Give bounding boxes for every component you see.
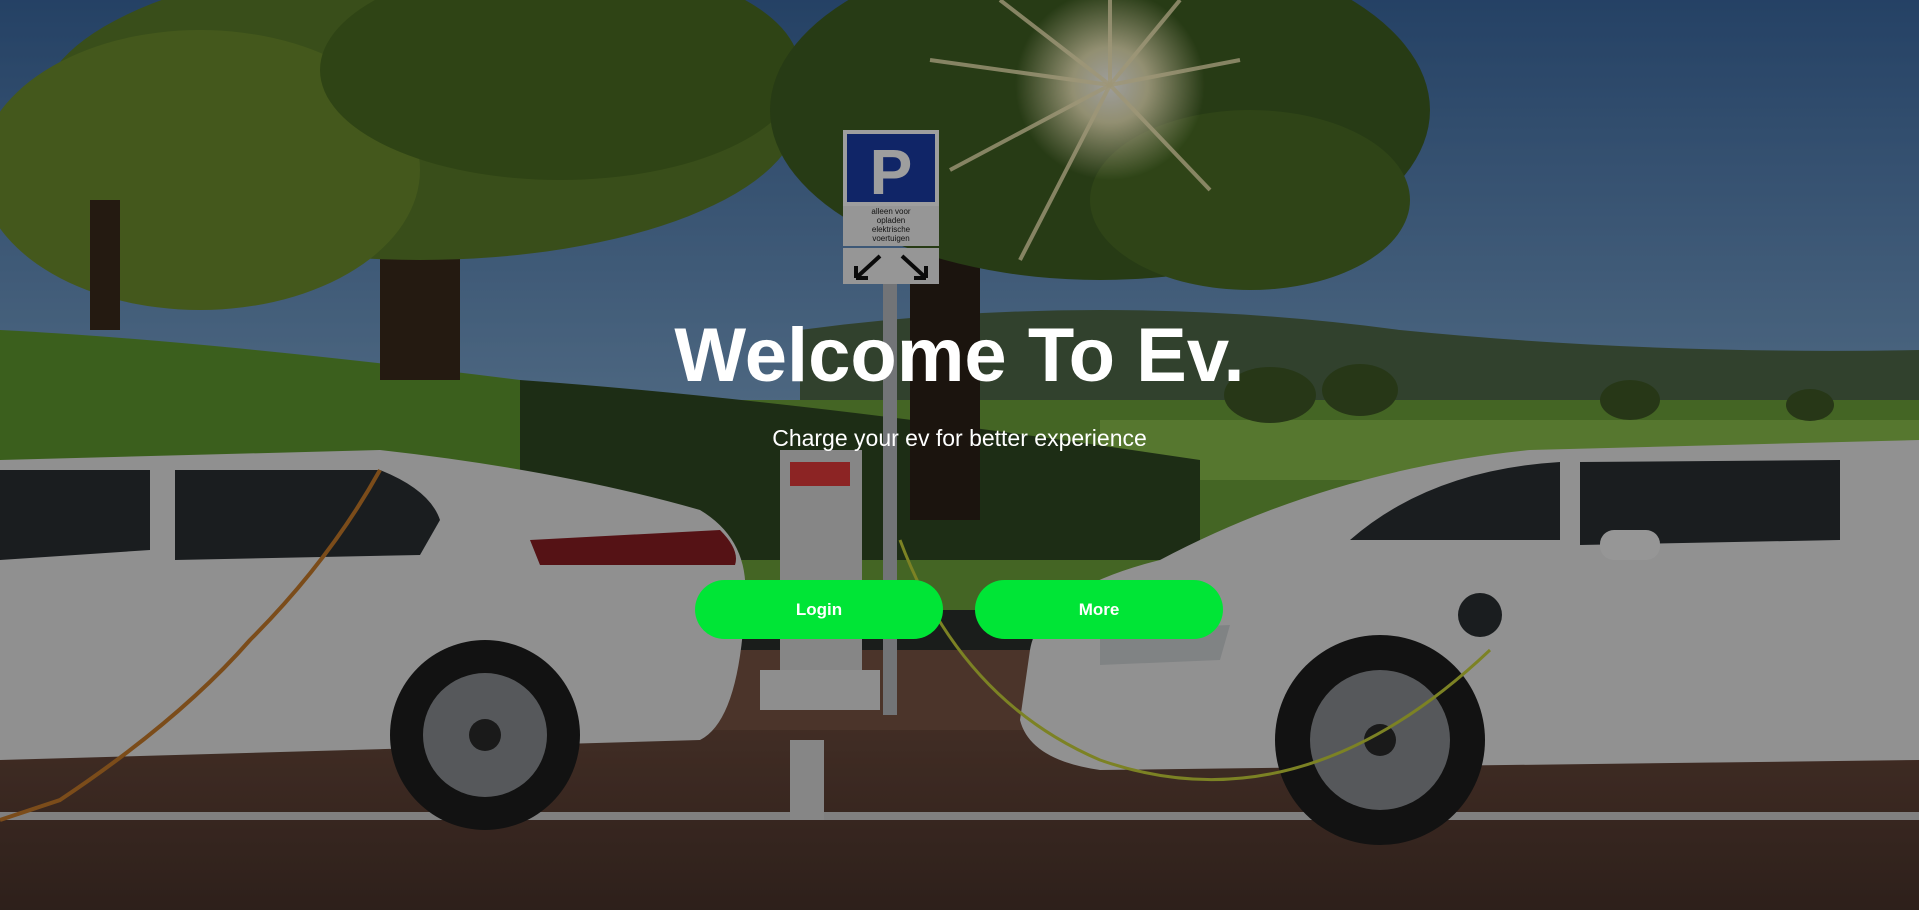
hero-section: P alleen voor opladen elektrische voertu…	[0, 0, 1919, 910]
login-button[interactable]: Login	[695, 580, 943, 639]
page-subtitle: Charge your ev for better experience	[772, 425, 1147, 451]
more-button[interactable]: More	[975, 580, 1223, 639]
page-title: Welcome To Ev.	[674, 313, 1245, 398]
hero-content: Welcome To Ev. Charge your ev for better…	[0, 0, 1919, 910]
